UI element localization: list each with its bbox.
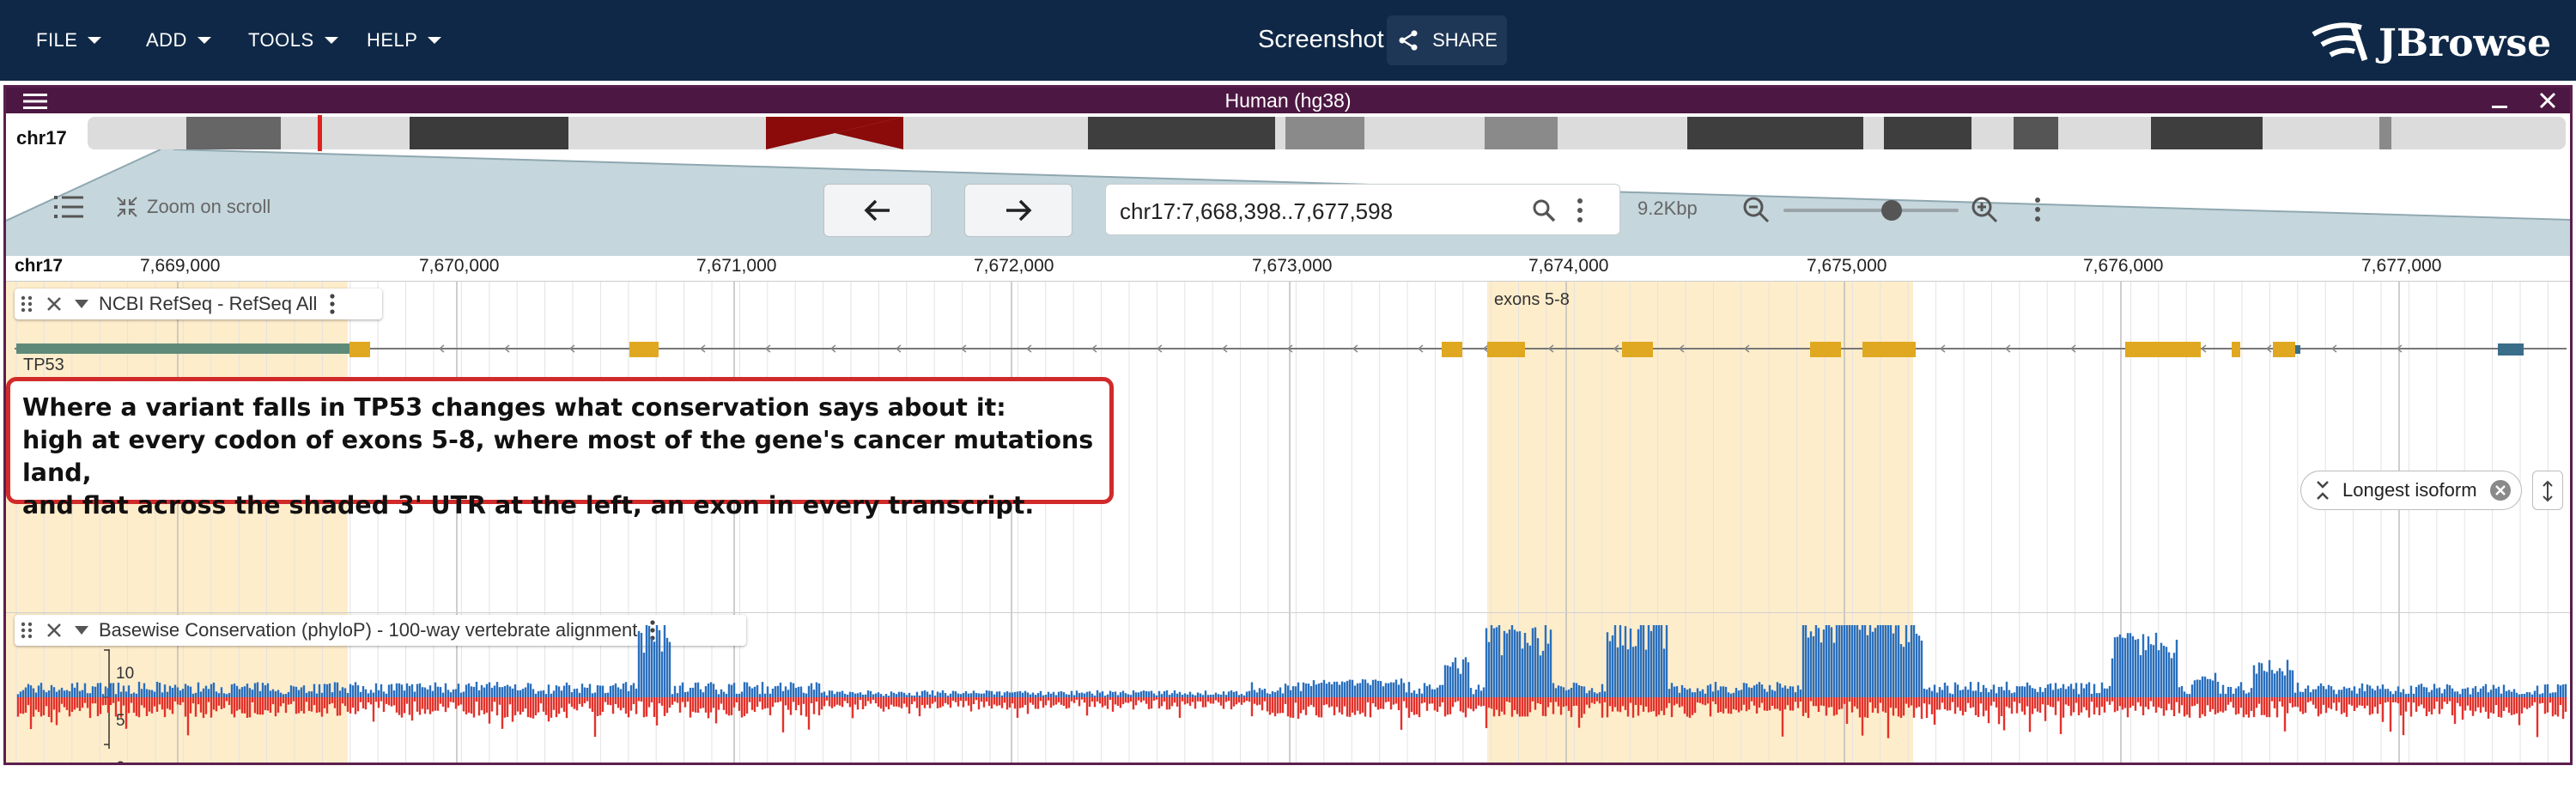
cds-exon [1862,342,1916,357]
expand-height-button[interactable] [2532,471,2563,510]
utr-exon [2295,345,2300,354]
cytoband [1687,117,1863,149]
annotation-line: and flat across the shaded 3' UTR at the… [22,491,1035,520]
overview-panel: chr17 Zoom on scroll chr17:7,668,398..7,… [6,113,2570,259]
ruler-tick-label: 7,676,000 [2083,256,2164,276]
arrow-right-icon [1006,199,1032,222]
cytoband [2379,117,2391,149]
jbrowse-logo: JBrowse [2310,19,2551,67]
pan-right-button[interactable] [964,184,1072,237]
phylop-wiggle-plot[interactable] [6,625,2570,763]
zoom-out-icon[interactable] [1742,196,1770,223]
more-options-icon[interactable] [1575,197,1585,224]
ruler-tick-label: 7,675,000 [1807,256,1887,276]
share-icon [1399,30,1418,51]
menu-file[interactable]: FILE [36,0,102,81]
jbrowse-logo-icon [2312,22,2368,62]
utr-exon [16,343,349,354]
ruler-tick-label: 7,671,000 [696,256,777,276]
ruler-tick-label: 7,673,000 [1252,256,1333,276]
cytoband [2014,117,2058,149]
annotation-callout: Where a variant falls in TP53 changes wh… [6,377,1114,520]
cytoband [410,117,568,149]
current-region-marker [318,115,322,151]
location-input-value: chr17:7,668,398..7,677,598 [1120,198,1394,224]
annotation-line: high at every codon of exons 5-8, where … [22,426,1094,487]
cytoband [186,117,281,149]
y-tick-label: 10 [116,665,135,683]
track-divider [6,612,2570,613]
cytoband [2151,117,2263,149]
cds-exon [2273,342,2295,357]
cds-exon [2125,342,2201,357]
share-button[interactable]: SHARE [1387,15,1507,65]
tracks-area: NCBI RefSeq - RefSeq All exons 5-8 TP53 … [6,282,2570,763]
search-icon[interactable] [1532,198,1556,222]
cds-exon [1442,342,1462,357]
minimize-icon[interactable] [2489,91,2510,110]
view-menu-icon[interactable] [2032,196,2043,223]
zoom-on-scroll-label: Zoom on scroll [147,196,271,217]
ruler-tick-label: 7,669,000 [140,256,221,276]
screenshot-title: Screenshot [1258,26,1384,53]
cds-exon [1810,342,1841,357]
app-bar: FILE ADD TOOLS HELP Screenshot SHARE JBr… [0,0,2576,81]
vertical-resize-icon [2543,480,2553,502]
menu-help[interactable]: HELP [367,0,442,81]
chevron-down-icon [428,37,442,44]
coordinate-ruler: chr17 7,669,000 7,670,000 7,671,000 7,67… [6,256,2570,282]
share-label: SHARE [1432,29,1498,51]
collapse-icon [2317,481,2329,500]
cds-exon [1622,342,1653,357]
arrow-left-icon [864,199,890,222]
longest-isoform-label: Longest isoform [2342,479,2477,501]
menu-file-label: FILE [36,29,78,51]
y-tick-label: 5 [116,712,125,730]
ruler-tick-label: 7,674,000 [1528,256,1609,276]
utr-exon [2498,343,2524,356]
annotation-line: Where a variant falls in TP53 changes wh… [22,393,1006,422]
zoom-on-scroll-icon[interactable] [116,196,138,218]
track-selector-icon[interactable] [54,194,83,220]
ruler-tick-label: 7,677,000 [2361,256,2442,276]
cytoband [1088,117,1275,149]
linear-genome-view: Human (hg38) chr17 Zoom on scroll chr17:… [3,85,2573,765]
remove-chip-icon[interactable] [2489,479,2512,501]
view-header: Human (hg38) [6,88,2570,113]
menu-tools[interactable]: TOOLS [248,0,338,81]
view-title: Human (hg38) [1224,89,1352,112]
location-input[interactable]: chr17:7,668,398..7,677,598 [1105,184,1620,235]
pan-left-button[interactable] [823,184,932,237]
chevron-down-icon [324,37,338,44]
cytoband [1285,117,1364,149]
menu-add[interactable]: ADD [146,0,211,81]
ruler-tick-label: 7,670,000 [419,256,500,276]
logo-text: JBrowse [2379,21,2552,65]
cds-exon [629,342,659,357]
cds-exon [1487,342,1525,357]
zoom-in-icon[interactable] [1971,196,1998,223]
menu-tools-label: TOOLS [248,29,314,51]
overview-chromosome-label: chr17 [16,127,67,149]
chevron-down-icon [197,37,211,44]
cds-exon [2232,342,2240,357]
cytoband [1884,117,1971,149]
close-view-icon[interactable] [2537,90,2558,111]
ruler-tick-label: 7,672,000 [974,256,1054,276]
tp53-gene-model[interactable] [6,282,2570,385]
zoom-slider[interactable] [1783,200,1959,221]
chevron-down-icon [88,37,102,44]
ruler-chromosome-label: chr17 [15,256,64,276]
menu-add-label: ADD [146,29,187,51]
y-tick-label: 0 [116,759,125,763]
menu-help-label: HELP [367,29,418,51]
cytoband [1485,117,1558,149]
cds-exon [349,342,370,357]
span-label: 9.2Kbp [1637,198,1698,219]
longest-isoform-chip[interactable]: Longest isoform [2300,471,2522,510]
